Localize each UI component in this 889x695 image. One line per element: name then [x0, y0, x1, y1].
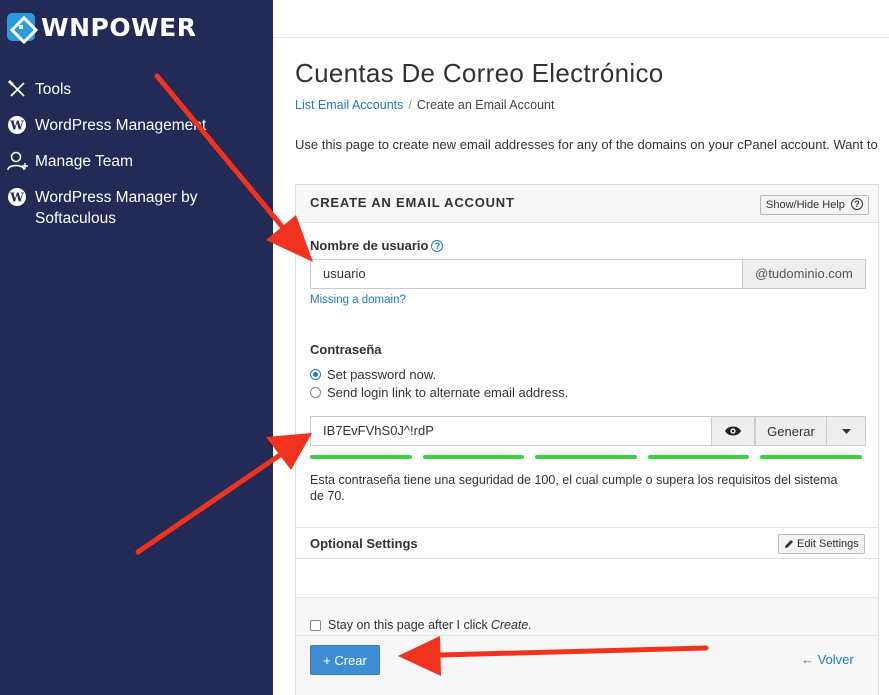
- show-hide-help-button[interactable]: Show/Hide Help ?: [760, 195, 869, 215]
- sidebar-item-wordpress-management[interactable]: W WordPress Management: [7, 115, 206, 136]
- strength-segment: [647, 455, 750, 459]
- radio-button-selected[interactable]: [310, 369, 321, 380]
- back-link[interactable]: ← Volver: [801, 652, 854, 667]
- strength-segment: [535, 455, 637, 459]
- generate-options-dropdown[interactable]: [827, 416, 866, 446]
- username-label: Nombre de usuario?: [310, 238, 444, 253]
- radio-label: Send login link to alternate email addre…: [327, 385, 569, 400]
- strength-segment: [310, 455, 412, 459]
- sidebar-item-label: Tools: [35, 81, 72, 98]
- brand-logo[interactable]: WNPOWER: [7, 10, 196, 44]
- stay-on-page-label: Stay on this page after I click: [328, 618, 488, 632]
- create-email-panel: CREATE AN EMAIL ACCOUNT Show/Hide Help ?…: [295, 184, 879, 695]
- edit-settings-button[interactable]: Edit Settings: [778, 534, 865, 554]
- radio-label: Set password now.: [327, 367, 437, 382]
- top-bar: [273, 0, 889, 38]
- password-input[interactable]: IB7EvFVhS0J^!rdP: [310, 416, 712, 446]
- edit-settings-label: Edit Settings: [797, 538, 859, 550]
- show-password-button[interactable]: [712, 416, 755, 446]
- divider: [296, 635, 878, 636]
- create-button[interactable]: + Crear: [310, 645, 380, 675]
- breadcrumb-current: Create an Email Account: [416, 98, 555, 112]
- radio-set-password-now[interactable]: Set password now.: [310, 367, 436, 382]
- pencil-icon: [785, 540, 793, 548]
- svg-text:W: W: [9, 119, 24, 133]
- password-label: Contraseña: [310, 342, 382, 357]
- breadcrumb: List Email Accounts / Create an Email Acco…: [295, 98, 554, 112]
- radio-button[interactable]: [310, 387, 321, 398]
- sidebar-item-label: Manage Team: [35, 153, 133, 170]
- missing-domain-link[interactable]: Missing a domain?: [310, 294, 406, 306]
- brand-name: WNPOWER: [41, 12, 197, 42]
- strength-segment: [422, 455, 525, 459]
- panel-title: CREATE AN EMAIL ACCOUNT: [310, 195, 515, 210]
- sidebar-item-label: WordPress Management: [35, 117, 207, 134]
- stay-on-page-create-word: Create.: [490, 618, 532, 632]
- divider: [296, 527, 878, 528]
- password-strength-text: Esta contraseña tiene una seguridad de 1…: [310, 473, 838, 503]
- sidebar-item-wordpress-manager[interactable]: W WordPress Manager by Softaculous: [7, 187, 237, 229]
- svg-text:W: W: [9, 191, 24, 205]
- question-icon: ?: [850, 198, 863, 210]
- panel-header: CREATE AN EMAIL ACCOUNT Show/Hide Help ?: [296, 185, 878, 223]
- sidebar-item-tools[interactable]: Tools: [7, 79, 71, 100]
- page-intro: Use this page to create new email addres…: [295, 137, 878, 152]
- username-input[interactable]: usuario: [310, 259, 742, 289]
- password-strength-meter: [310, 455, 862, 459]
- divider: [296, 558, 878, 559]
- optional-settings-title: Optional Settings: [310, 536, 418, 551]
- help-button-label: Show/Hide Help: [766, 199, 845, 211]
- breadcrumb-list-email-accounts[interactable]: List Email Accounts: [295, 98, 403, 112]
- strength-segment: [760, 455, 862, 459]
- caret-down-icon: [841, 428, 851, 434]
- sidebar-item-manage-team[interactable]: Manage Team: [7, 151, 133, 172]
- stay-on-page-option[interactable]: Stay on this page after I click Create.: [310, 618, 532, 632]
- tools-icon: [7, 79, 25, 97]
- form-footer: Stay on this page after I click Create. +…: [296, 597, 878, 695]
- eye-icon: [725, 426, 741, 436]
- radio-send-login-link[interactable]: Send login link to alternate email addre…: [310, 385, 568, 400]
- domain-addon[interactable]: @tudominio.com: [742, 259, 866, 289]
- breadcrumb-separator: /: [408, 98, 412, 112]
- team-icon: [7, 151, 28, 171]
- stay-on-page-checkbox[interactable]: [310, 619, 321, 631]
- username-label-text: Nombre de usuario: [310, 238, 429, 253]
- wordpress-icon: W: [8, 188, 26, 206]
- brand-logo-icon: [7, 13, 35, 41]
- wordpress-icon: W: [8, 116, 26, 134]
- sidebar-item-label: WordPress Manager by Softaculous: [35, 189, 198, 227]
- sidebar: WNPOWER Tools W WordPress Management Man…: [0, 0, 273, 695]
- help-question-icon[interactable]: ?: [431, 240, 444, 252]
- generate-password-button[interactable]: Generar: [755, 416, 827, 446]
- page-title: Cuentas De Correo Electrónico: [295, 58, 664, 88]
